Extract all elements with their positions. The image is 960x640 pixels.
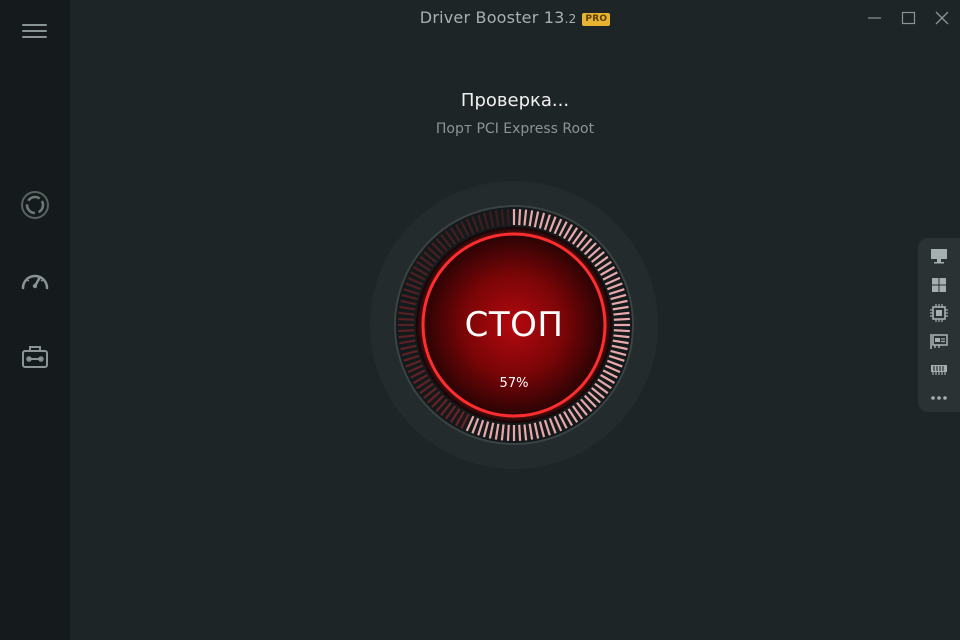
toolbox-icon[interactable]: [17, 340, 53, 376]
refresh-scan-icon[interactable]: [17, 187, 53, 223]
gauge-tick: [506, 424, 510, 441]
gauge-tick: [518, 424, 522, 441]
windows-icon[interactable]: [928, 275, 950, 295]
pro-badge: PRO: [582, 13, 611, 26]
category-panel: [918, 238, 960, 412]
maximize-button[interactable]: [894, 6, 922, 30]
stop-button-label: СТОП: [464, 305, 564, 345]
app-title: Driver Booster 13.2 PRO: [70, 8, 960, 27]
speedometer-icon[interactable]: [17, 264, 53, 300]
memory-icon[interactable]: [928, 359, 950, 379]
menu-icon[interactable]: [22, 22, 48, 40]
monitor-icon[interactable]: [928, 246, 950, 266]
gauge-tick: [398, 329, 415, 333]
network-card-icon[interactable]: [928, 331, 950, 351]
scan-current-item: Порт PCI Express Root: [435, 121, 595, 137]
title-bar: Driver Booster 13.2 PRO: [70, 0, 960, 36]
gauge-tick: [613, 317, 630, 321]
sidebar: [0, 0, 70, 640]
more-icon[interactable]: [928, 388, 950, 408]
gauge-tick: [398, 317, 415, 321]
gauge-tick: [613, 329, 630, 333]
gauge-tick: [518, 209, 522, 226]
progress-percent: 57%: [499, 376, 529, 391]
app-version-suffix: .2: [564, 12, 577, 26]
gauge-tick: [506, 209, 510, 226]
cpu-chip-icon[interactable]: [928, 303, 950, 323]
scan-status-title: Проверка...: [460, 90, 570, 111]
close-button[interactable]: [928, 6, 956, 30]
minimize-button[interactable]: [860, 6, 888, 30]
app-name: Driver Booster 13: [419, 8, 565, 27]
stop-scan-button[interactable]: СТОП 57%: [424, 235, 604, 415]
